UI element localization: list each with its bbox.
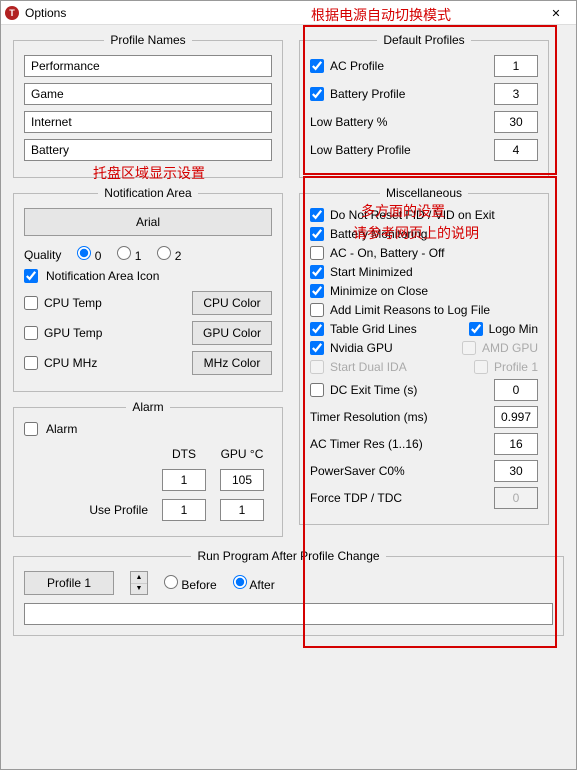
battery-profile-checkbox[interactable] [310, 87, 324, 101]
legend-alarm: Alarm [126, 400, 169, 414]
alarm-checkbox[interactable] [24, 422, 38, 436]
no-reset-label: Do Not Reset FID / VID on Exit [330, 208, 495, 222]
batt-mon-label: Battery Monitoring [330, 227, 427, 241]
quality-1-radio[interactable] [117, 246, 131, 260]
before-radio[interactable] [164, 575, 178, 589]
notif-icon-checkbox[interactable] [24, 269, 38, 283]
ac-on-checkbox[interactable] [310, 246, 324, 260]
low-batt-pct-value[interactable] [494, 111, 538, 133]
fieldset-default-profiles: Default Profiles AC Profile Battery Prof… [299, 33, 549, 178]
profile1-label: Profile 1 [494, 360, 538, 374]
gpu-temp-label: GPU Temp [44, 326, 102, 340]
timer-res-label: Timer Resolution (ms) [310, 410, 428, 424]
start-min-label: Start Minimized [330, 265, 413, 279]
nvidia-checkbox[interactable] [310, 341, 324, 355]
add-limit-label: Add Limit Reasons to Log File [330, 303, 490, 317]
before-option[interactable]: Before [164, 575, 217, 592]
low-batt-pct-label: Low Battery % [310, 115, 387, 129]
grid-checkbox[interactable] [310, 322, 324, 336]
start-min-checkbox[interactable] [310, 265, 324, 279]
legend-profile-names: Profile Names [104, 33, 191, 47]
ac-profile-checkbox[interactable] [310, 59, 324, 73]
ac-profile-value[interactable] [494, 55, 538, 77]
legend-misc: Miscellaneous [380, 186, 468, 200]
add-limit-checkbox[interactable] [310, 303, 324, 317]
psaver-value[interactable] [494, 460, 538, 482]
dts-value[interactable] [162, 469, 206, 491]
force-tdp-value [494, 487, 538, 509]
fieldset-profile-names: Profile Names [13, 33, 283, 178]
amd-checkbox [462, 341, 476, 355]
low-batt-prof-value[interactable] [494, 139, 538, 161]
legend-default-profiles: Default Profiles [377, 33, 470, 47]
min-close-label: Minimize on Close [330, 284, 428, 298]
profile-name-3[interactable] [24, 111, 272, 133]
profile1-checkbox [474, 360, 488, 374]
use-profile-label: Use Profile [83, 496, 154, 524]
dc-exit-value[interactable] [494, 379, 538, 401]
quality-label: Quality [24, 248, 61, 262]
alarm-label: Alarm [46, 422, 77, 436]
after-radio[interactable] [233, 575, 247, 589]
min-close-checkbox[interactable] [310, 284, 324, 298]
gpu-color-button[interactable]: GPU Color [192, 321, 272, 345]
ac-timer-value[interactable] [494, 433, 538, 455]
dc-exit-checkbox[interactable] [310, 383, 324, 397]
profile-name-4[interactable] [24, 139, 272, 161]
amd-label: AMD GPU [482, 341, 538, 355]
font-button[interactable]: Arial [24, 208, 272, 236]
cpu-color-button[interactable]: CPU Color [192, 291, 272, 315]
cpu-mhz-checkbox[interactable] [24, 356, 38, 370]
legend-run: Run Program After Profile Change [191, 549, 385, 563]
alarm-prof-dts[interactable] [162, 499, 206, 521]
notif-icon-label: Notification Area Icon [46, 269, 159, 283]
alarm-prof-gpu[interactable] [220, 499, 264, 521]
battery-profile-label: Battery Profile [330, 87, 405, 101]
no-reset-checkbox[interactable] [310, 208, 324, 222]
cpu-mhz-label: CPU MHz [44, 356, 97, 370]
batt-mon-checkbox[interactable] [310, 227, 324, 241]
cpu-temp-label: CPU Temp [44, 296, 102, 310]
window-title: Options [25, 6, 540, 20]
run-path-input[interactable] [24, 603, 553, 625]
dual-ida-checkbox [310, 360, 324, 374]
logo-label: Logo Min [489, 322, 538, 336]
spin-down-icon: ▼ [131, 584, 147, 595]
dual-ida-label: Start Dual IDA [330, 360, 407, 374]
low-batt-prof-label: Low Battery Profile [310, 143, 411, 157]
close-button[interactable] [540, 2, 572, 24]
profile-name-2[interactable] [24, 83, 272, 105]
mhz-color-button[interactable]: MHz Color [192, 351, 272, 375]
quality-0-radio[interactable] [77, 246, 91, 260]
app-icon: T [5, 6, 19, 20]
gpu-temp-checkbox[interactable] [24, 326, 38, 340]
profile-name-1[interactable] [24, 55, 272, 77]
gpuc-header: GPU °C [214, 444, 270, 464]
dts-header: DTS [156, 444, 212, 464]
run-profile-spinner[interactable]: ▲▼ [130, 571, 148, 595]
force-tdp-label: Force TDP / TDC [310, 491, 402, 505]
nvidia-label: Nvidia GPU [330, 341, 393, 355]
battery-profile-value[interactable] [494, 83, 538, 105]
psaver-label: PowerSaver C0% [310, 464, 405, 478]
legend-notification: Notification Area [98, 186, 197, 200]
dc-exit-label: DC Exit Time (s) [330, 383, 417, 397]
gpuc-value[interactable] [220, 469, 264, 491]
grid-label: Table Grid Lines [330, 322, 417, 336]
after-option[interactable]: After [233, 575, 275, 592]
logo-checkbox[interactable] [469, 322, 483, 336]
ac-profile-label: AC Profile [330, 59, 384, 73]
fieldset-notification-area: Notification Area Arial Quality 0 1 2 No… [13, 186, 283, 392]
ac-on-label: AC - On, Battery - Off [330, 246, 444, 260]
close-icon [551, 6, 560, 20]
timer-res-value[interactable] [494, 406, 538, 428]
fieldset-run-program: Run Program After Profile Change Profile… [13, 549, 564, 636]
run-profile-button[interactable]: Profile 1 [24, 571, 114, 595]
fieldset-misc: Miscellaneous Do Not Reset FID / VID on … [299, 186, 549, 525]
cpu-temp-checkbox[interactable] [24, 296, 38, 310]
quality-2-radio[interactable] [157, 246, 171, 260]
fieldset-alarm: Alarm Alarm DTS GPU °C [13, 400, 283, 537]
spin-up-icon: ▲ [131, 572, 147, 584]
ac-timer-label: AC Timer Res (1..16) [310, 437, 423, 451]
